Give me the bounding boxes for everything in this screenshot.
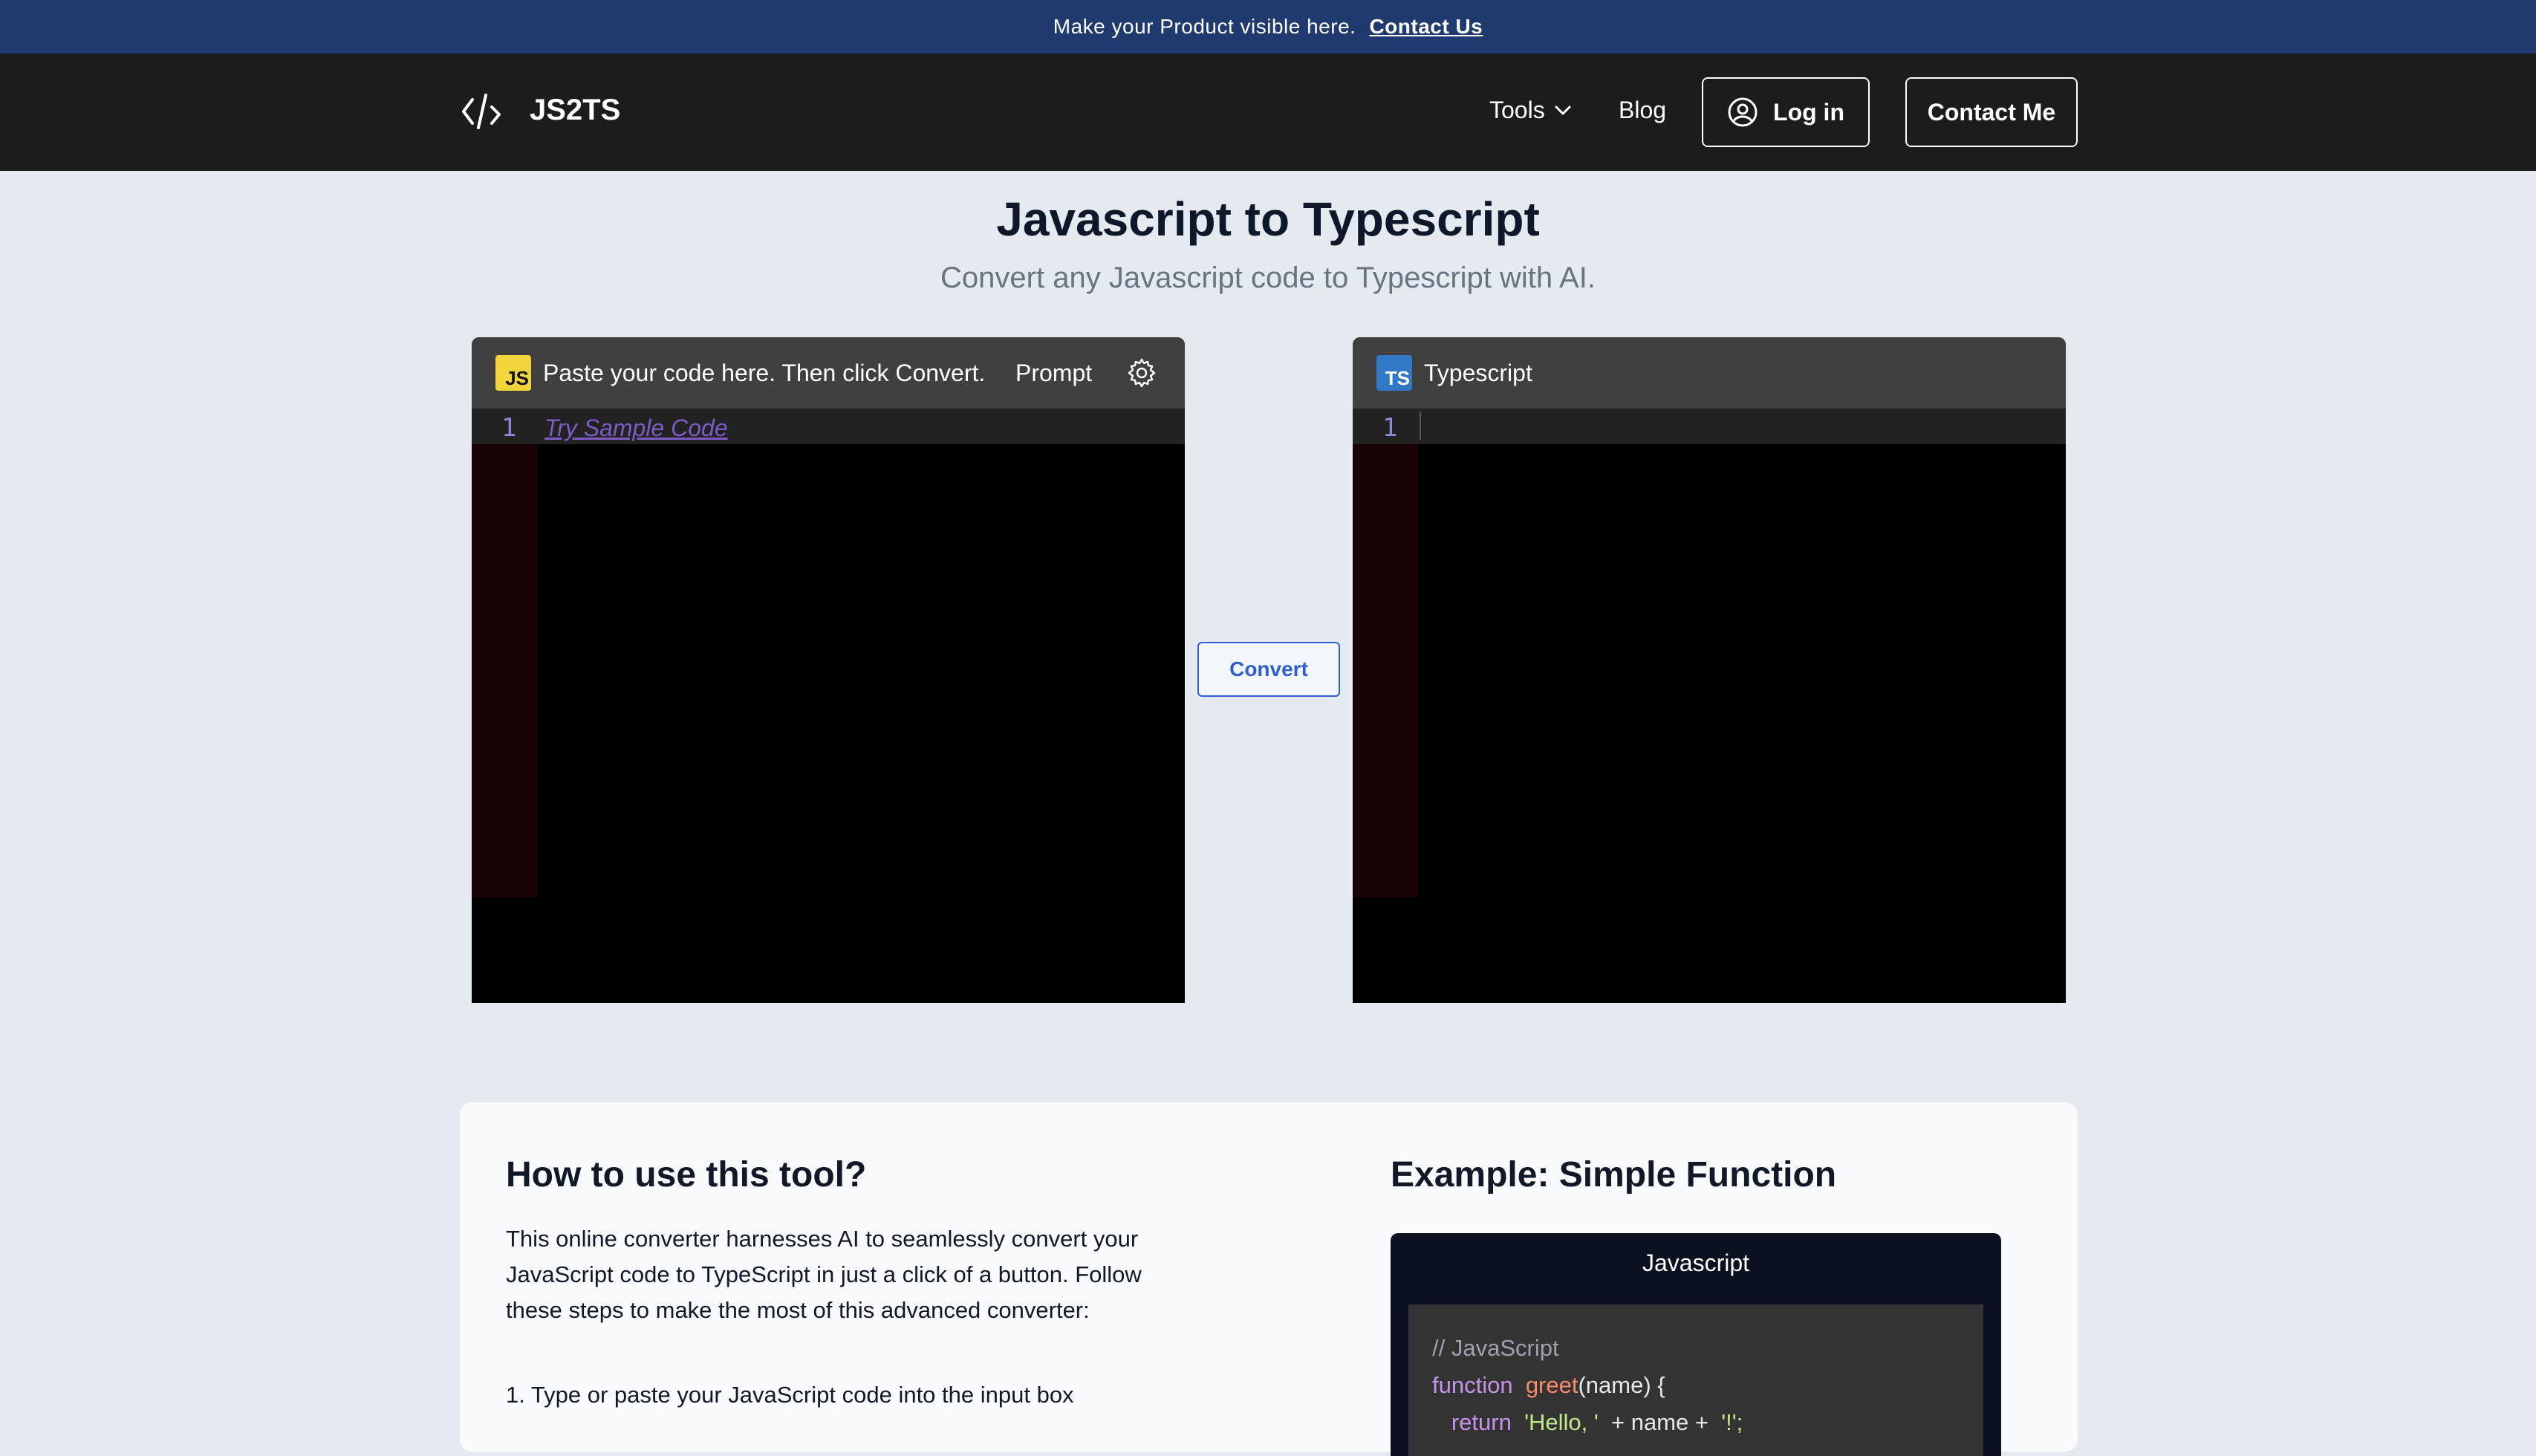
banner-text: Make your Product visible here. [1053, 15, 1356, 38]
line-gutter [472, 409, 537, 897]
howto-paragraph: This online converter harnesses AI to se… [506, 1226, 1142, 1323]
code-keyword: function [1432, 1372, 1513, 1398]
page-title: Javascript to Typescript [996, 192, 1540, 246]
code-expression: + name + [1611, 1409, 1708, 1435]
code-params: (name) { [1578, 1372, 1665, 1398]
prompt-button[interactable]: Prompt [1015, 360, 1092, 387]
code-brackets-icon[interactable] [462, 92, 504, 131]
contact-me-button[interactable]: Contact Me [1905, 77, 2078, 147]
input-editor-header: JS Paste your code here. Then click Conv… [472, 337, 1185, 409]
tools-menu[interactable]: Tools [1489, 97, 1572, 124]
output-editor-label: Typescript [1424, 360, 1532, 386]
chevron-down-icon [1555, 105, 1571, 114]
text-cursor [1420, 412, 1421, 440]
banner-contact-link[interactable]: Contact Us [1369, 15, 1483, 39]
example-title: Example: Simple Function [1391, 1155, 1837, 1195]
brand-name[interactable]: JS2TS [530, 94, 620, 127]
example-code-box: Javascript // JavaScript function greet(… [1391, 1233, 2001, 1456]
user-circle-icon [1728, 97, 1758, 127]
tools-label: Tools [1489, 97, 1545, 123]
line-number: 1 [1382, 413, 1398, 443]
convert-button[interactable]: Convert [1197, 642, 1340, 697]
howto-step: 1. Type or paste your JavaScript code in… [506, 1382, 1074, 1408]
input-editor-label: Paste your code here. Then click Convert… [543, 360, 986, 386]
active-line [1353, 409, 2066, 444]
page-subtitle: Convert any Javascript code to Typescrip… [940, 261, 1596, 294]
try-sample-code-link[interactable]: Try Sample Code [544, 415, 728, 442]
line-number: 1 [501, 413, 517, 443]
code-string: 'Hello, ' [1524, 1409, 1599, 1435]
example-code: // JavaScript function greet(name) { ret… [1408, 1304, 1983, 1456]
code-string: '!'; [1721, 1409, 1743, 1435]
promo-banner: Make your Product visible here. Contact … [0, 0, 2536, 53]
login-button[interactable]: Log in [1702, 77, 1870, 147]
javascript-icon: JS [495, 355, 531, 391]
example-tab-javascript[interactable]: Javascript [1391, 1233, 2001, 1293]
code-function-name: greet [1525, 1372, 1579, 1398]
typescript-icon: TS [1376, 355, 1412, 391]
login-label: Log in [1773, 98, 1844, 126]
gear-icon[interactable] [1125, 357, 1158, 389]
code-keyword: return [1451, 1409, 1512, 1435]
top-nav: JS2TS Tools Blog Log in Contact Me [0, 53, 2536, 171]
output-editor-header: TS Typescript [1353, 337, 2066, 409]
line-gutter [1353, 409, 1418, 897]
blog-link[interactable]: Blog [1619, 97, 1666, 124]
howto-title: How to use this tool? [506, 1155, 867, 1195]
info-card: How to use this tool? This online conver… [460, 1102, 2078, 1456]
code-comment: // JavaScript [1432, 1335, 1559, 1361]
typescript-output-editor[interactable]: TS Typescript 1 [1353, 337, 2066, 1003]
javascript-input-editor[interactable]: JS Paste your code here. Then click Conv… [472, 337, 1185, 1003]
